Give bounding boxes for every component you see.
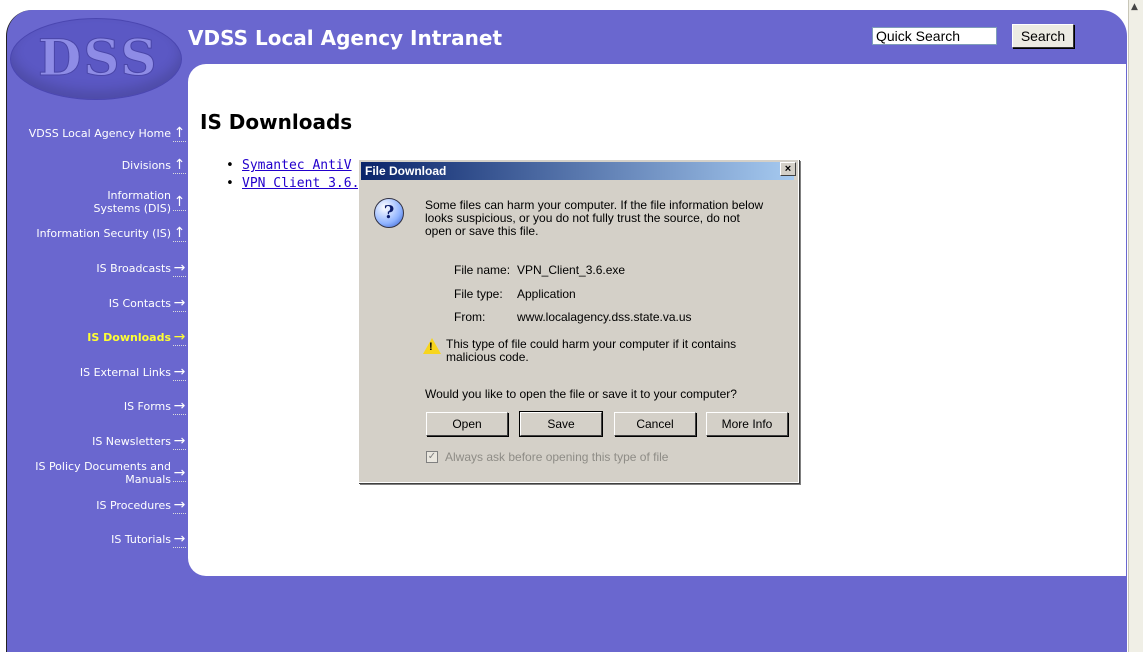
scroll-up-icon[interactable]: ▲	[1131, 2, 1139, 14]
sidebar-item-label: VDSS Local Agency Home	[28, 127, 171, 140]
arrow-up-icon: ↑	[173, 157, 186, 174]
always-ask-label: Always ask before opening this type of f…	[445, 450, 669, 464]
open-button[interactable]: Open	[426, 412, 508, 436]
sidebar-item-label: IS Contacts	[108, 297, 171, 310]
dialog-message: Some files can harm your computer. If th…	[425, 198, 764, 238]
list-item: VPN Client 3.6.(	[226, 175, 367, 193]
sidebar-item-downloads[interactable]: IS Downloads →	[87, 329, 186, 346]
from-label: From:	[454, 310, 486, 324]
warning-icon: !	[423, 338, 441, 354]
file-type-label: File type:	[454, 287, 503, 301]
sidebar-item-divisions[interactable]: Divisions ↑	[122, 157, 186, 174]
question-icon: ?	[374, 198, 404, 228]
search-input[interactable]: Quick Search	[872, 27, 997, 45]
sidebar-item-label: IS Policy Documents and Manuals	[35, 460, 171, 486]
file-download-dialog[interactable]: File Download × ? Some files can harm yo…	[358, 159, 799, 483]
arrow-right-icon: →	[173, 295, 186, 312]
sidebar-item-forms[interactable]: IS Forms →	[124, 398, 186, 415]
cancel-button[interactable]: Cancel	[614, 412, 696, 436]
dialog-question: Would you like to open the file or save …	[425, 387, 737, 401]
sidebar-item-label: IS External Links	[79, 366, 171, 379]
close-icon[interactable]: ×	[780, 162, 796, 176]
sidebar-item-external-links[interactable]: IS External Links →	[80, 364, 186, 381]
arrow-right-icon: →	[173, 260, 186, 277]
sidebar-item-tutorials[interactable]: IS Tutorials →	[111, 531, 186, 548]
arrow-up-icon: ↑	[173, 225, 186, 242]
save-button[interactable]: Save	[519, 411, 603, 437]
sidebar-item-label: Divisions	[121, 159, 171, 172]
sidebar-item-dis[interactable]: Information Systems (DIS) ↑	[61, 189, 186, 215]
file-name-label: File name:	[454, 263, 511, 277]
arrow-right-icon: →	[173, 329, 186, 346]
sidebar-item-contacts[interactable]: IS Contacts →	[109, 295, 186, 312]
arrow-right-icon: →	[173, 497, 186, 514]
sidebar-item-procedures[interactable]: IS Procedures →	[96, 497, 186, 514]
arrow-right-icon: →	[173, 531, 186, 548]
more-info-button[interactable]: More Info	[706, 412, 788, 436]
list-item: Symantec AntiV	[226, 157, 367, 175]
arrow-right-icon: →	[173, 364, 186, 381]
sidebar-item-label: IS Forms	[123, 400, 171, 413]
page-title: IS Downloads	[200, 110, 353, 134]
file-name-value: VPN_Client_3.6.exe	[517, 263, 626, 277]
downloads-list: Symantec AntiV VPN Client 3.6.(	[226, 157, 367, 193]
from-value: www.localagency.dss.state.va.us	[517, 310, 692, 324]
site-title: VDSS Local Agency Intranet	[188, 26, 503, 50]
download-link-symantec[interactable]: Symantec AntiV	[242, 158, 352, 173]
sidebar-item-label: IS Procedures	[96, 499, 171, 512]
sidebar-item-policy[interactable]: IS Policy Documents and Manuals →	[11, 460, 186, 486]
sidebar-item-newsletters[interactable]: IS Newsletters →	[92, 433, 186, 450]
file-type-value: Application	[517, 287, 576, 301]
sidebar-item-label: IS Tutorials	[111, 533, 171, 546]
sidebar-item-label: IS Downloads	[87, 331, 171, 344]
sidebar-item-label: Information Systems (DIS)	[93, 189, 171, 215]
search-button[interactable]: Search	[1012, 24, 1074, 48]
danger-message: This type of file could harm your comput…	[446, 337, 737, 364]
dialog-title[interactable]: File Download	[361, 162, 794, 180]
vertical-scrollbar[interactable]	[1128, 0, 1143, 652]
logo-text: DSS	[37, 28, 159, 88]
sidebar-item-home[interactable]: VDSS Local Agency Home ↑	[29, 125, 186, 142]
arrow-right-icon: →	[173, 398, 186, 415]
sidebar-item-label: IS Newsletters	[92, 435, 171, 448]
arrow-up-icon: ↑	[173, 125, 186, 142]
arrow-right-icon: →	[173, 433, 186, 450]
sidebar-item-broadcasts[interactable]: IS Broadcasts →	[96, 260, 186, 277]
sidebar-item-label: IS Broadcasts	[96, 262, 171, 275]
sidebar-item-label: Information Security (IS)	[36, 227, 171, 240]
always-ask-checkbox[interactable]: ✓	[426, 451, 438, 463]
arrow-right-icon: →	[173, 464, 186, 482]
download-link-vpn[interactable]: VPN Client 3.6.(	[242, 176, 367, 191]
footer-panel	[188, 576, 1126, 652]
sidebar-item-security[interactable]: Information Security (IS) ↑	[36, 225, 186, 242]
arrow-up-icon: ↑	[173, 193, 186, 211]
